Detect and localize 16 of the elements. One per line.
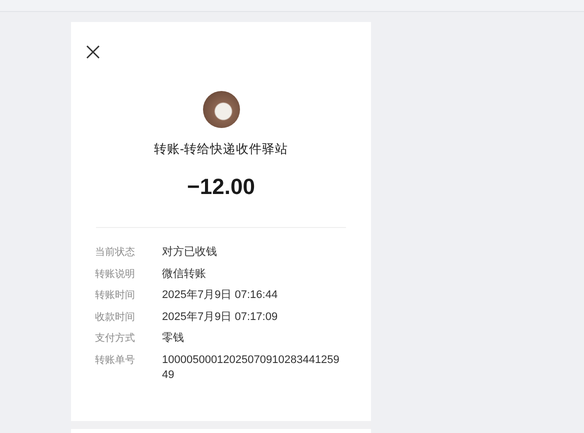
detail-value: 2025年7月9日 07:17:09 [162,310,279,324]
amount: −12.00 [187,174,255,200]
transfer-title: 转账-转给快递收件驿站 [154,141,288,158]
detail-label: 转账时间 [95,288,136,303]
detail-label: 收款时间 [95,310,136,324]
detail-label: 当前状态 [95,246,136,260]
detail-value: 对方已收钱 [162,245,218,260]
detail-value: 2025年7月9日 07:16:44 [162,288,279,303]
detail-value: 1000050001202507091028344125949 [162,352,340,383]
close-icon[interactable] [86,45,100,59]
detail-value: 微信转账 [162,266,207,282]
detail-label: 支付方式 [95,332,136,346]
detail-value: 零钱 [162,331,185,346]
avatar-circle [202,91,240,128]
detail-label: 转账单号 [95,354,136,368]
detail-label: 转账说明 [95,268,136,282]
